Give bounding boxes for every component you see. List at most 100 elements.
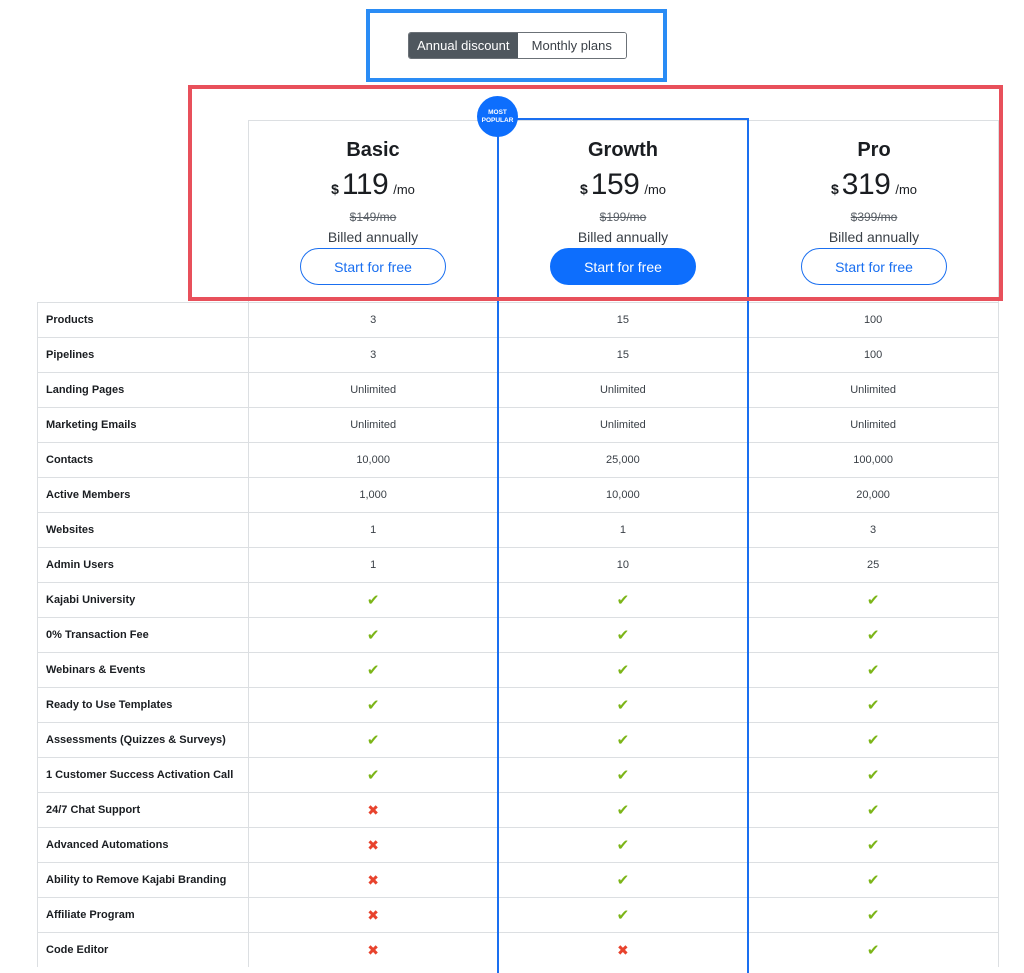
feature-label: Affiliate Program <box>38 898 249 932</box>
feature-value: ✔ <box>499 583 749 617</box>
feature-comparison-table: Products 3 15 100 Pipelines 3 15 100 Landing Pag… <box>37 302 999 967</box>
price-amount: 119 <box>341 168 389 201</box>
start-for-free-button-pro[interactable]: Start for free <box>801 248 947 285</box>
check-icon: ✔ <box>866 872 880 889</box>
original-price: $399/mo <box>850 210 898 224</box>
currency-symbol: $ <box>830 181 839 197</box>
badge-line-2: POPULAR <box>481 116 514 124</box>
feature-value: Unlimited <box>249 408 499 442</box>
check-icon: ✔ <box>866 697 880 714</box>
feature-value: 1 <box>249 513 499 547</box>
plan-card-growth: Growth $ 159 /mo $199/mo Billed annually… <box>498 120 748 303</box>
feature-value: ✔ <box>249 688 499 722</box>
start-for-free-button-growth[interactable]: Start for free <box>550 248 696 285</box>
feature-value: 100 <box>863 314 883 326</box>
check-icon: ✔ <box>866 592 880 609</box>
feature-label: Kajabi University <box>38 583 249 617</box>
currency-symbol: $ <box>331 181 339 197</box>
feature-value: 100,000 <box>853 454 893 466</box>
check-icon: ✔ <box>616 627 630 644</box>
price-amount: 319 <box>841 168 891 201</box>
table-row: 24/7 Chat Support ✖ ✔ ✔ <box>38 792 998 827</box>
feature-value: Unlimited <box>249 373 499 407</box>
annual-discount-button[interactable]: Annual discount <box>409 33 518 58</box>
check-icon: ✔ <box>366 767 380 784</box>
feature-value: 10,000 <box>499 478 749 512</box>
feature-label: Admin Users <box>38 548 249 582</box>
feature-value: ✔ <box>748 583 998 617</box>
feature-label: Marketing Emails <box>38 408 249 442</box>
table-row: Assessments (Quizzes & Surveys) ✔ ✔ ✔ <box>38 722 998 757</box>
check-icon: ✔ <box>366 697 380 714</box>
feature-value: 25,000 <box>499 443 749 477</box>
table-row: Webinars & Events ✔ ✔ ✔ <box>38 652 998 687</box>
monthly-plans-button[interactable]: Monthly plans <box>517 33 626 58</box>
table-row: Pipelines 3 15 100 <box>38 337 998 372</box>
feature-value: ✔ <box>748 793 998 827</box>
plan-name: Pro <box>857 139 891 161</box>
table-row: Active Members 1,000 10,000 20,000 <box>38 477 998 512</box>
table-row: Affiliate Program ✖ ✔ ✔ <box>38 897 998 932</box>
feature-label: Websites <box>38 513 249 547</box>
feature-value: ✔ <box>499 723 749 757</box>
check-icon: ✔ <box>866 662 880 679</box>
table-row: Ability to Remove Kajabi Branding ✖ ✔ ✔ <box>38 862 998 897</box>
plan-card-basic: Basic $ 119 /mo $149/mo Billed annually … <box>248 120 498 303</box>
feature-value: ✔ <box>499 653 749 687</box>
feature-value: ✖ <box>249 828 499 862</box>
feature-value: ✔ <box>748 653 998 687</box>
check-icon: ✔ <box>366 592 380 609</box>
feature-label: Active Members <box>38 478 249 512</box>
feature-label: Assessments (Quizzes & Surveys) <box>38 723 249 757</box>
start-for-free-button-basic[interactable]: Start for free <box>300 248 446 285</box>
table-row: Marketing Emails Unlimited Unlimited Unlimi… <box>38 407 998 442</box>
plan-price: $ 119 /mo <box>248 168 498 202</box>
feature-label: Code Editor <box>38 933 249 967</box>
check-icon: ✔ <box>366 662 380 679</box>
cross-icon: ✖ <box>367 801 380 818</box>
billing-note: Billed annually <box>327 229 419 245</box>
billing-toggle[interactable]: Annual discount Monthly plans <box>408 32 627 59</box>
feature-value: ✖ <box>249 933 499 967</box>
feature-value: 3 <box>249 303 499 337</box>
cross-icon: ✖ <box>367 906 380 923</box>
feature-label: Webinars & Events <box>38 653 249 687</box>
feature-value: ✔ <box>748 618 998 652</box>
feature-label: Advanced Automations <box>38 828 249 862</box>
feature-value: ✔ <box>249 618 499 652</box>
feature-value: 1 <box>249 548 499 582</box>
check-icon: ✔ <box>616 697 630 714</box>
feature-value: 100 <box>863 349 883 361</box>
feature-value: ✔ <box>748 723 998 757</box>
feature-value: ✔ <box>499 793 749 827</box>
feature-value: ✔ <box>748 863 998 897</box>
price-amount: 159 <box>590 168 640 201</box>
cross-icon: ✖ <box>367 941 380 958</box>
check-icon: ✔ <box>616 872 630 889</box>
feature-value: 10 <box>499 548 749 582</box>
plan-price: $ 319 /mo <box>749 168 999 202</box>
table-row: Landing Pages Unlimited Unlimited Unlimited <box>38 372 998 407</box>
feature-value: Unlimited <box>850 419 897 431</box>
feature-value: 3 <box>870 524 877 536</box>
feature-value: ✔ <box>249 583 499 617</box>
feature-value: ✔ <box>748 758 998 792</box>
feature-value: Unlimited <box>499 408 749 442</box>
plan-price: $ 159 /mo <box>498 168 748 202</box>
table-row: 0% Transaction Fee ✔ ✔ ✔ <box>38 617 998 652</box>
feature-label: Ability to Remove Kajabi Branding <box>38 863 249 897</box>
feature-value: Unlimited <box>850 384 897 396</box>
feature-value: ✔ <box>748 828 998 862</box>
price-period: /mo <box>393 182 415 197</box>
most-popular-badge: MOST POPULAR <box>477 96 518 137</box>
feature-value: 10,000 <box>249 443 499 477</box>
feature-value: ✔ <box>748 933 998 967</box>
feature-value: 20,000 <box>856 489 890 501</box>
feature-value: ✔ <box>499 863 749 897</box>
price-period: /mo <box>644 182 667 197</box>
check-icon: ✔ <box>366 732 380 749</box>
feature-value: ✔ <box>499 758 749 792</box>
feature-value: ✖ <box>249 863 499 897</box>
feature-label: 1 Customer Success Activation Call <box>38 758 249 792</box>
table-row: Kajabi University ✔ ✔ ✔ <box>38 582 998 617</box>
